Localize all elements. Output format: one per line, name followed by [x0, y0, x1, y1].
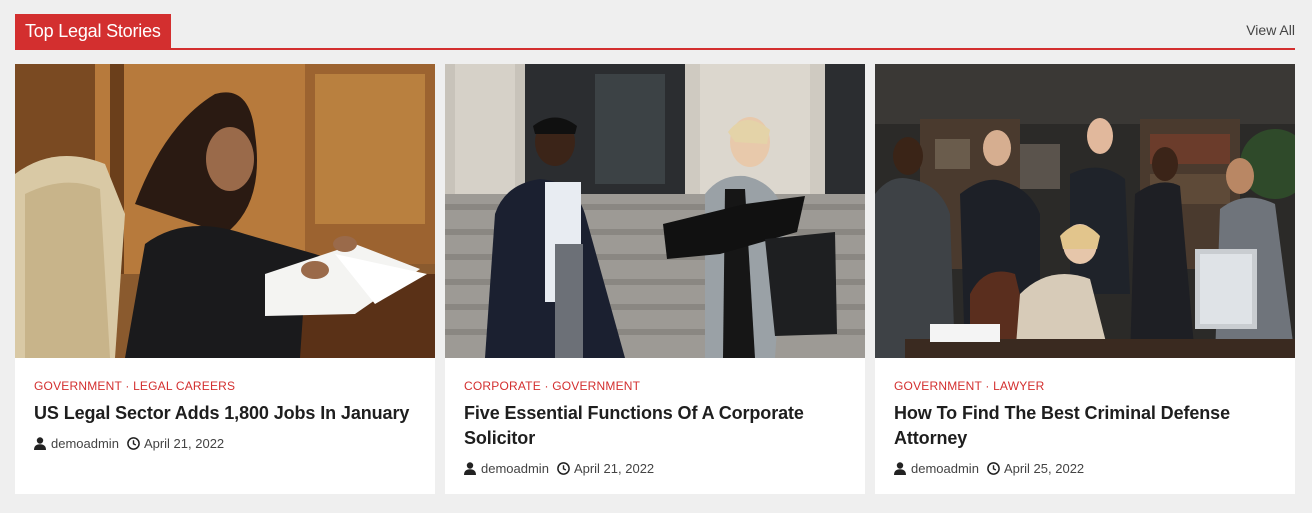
user-icon — [464, 461, 476, 475]
clock-icon — [557, 461, 570, 475]
story-meta: demoadmin April 21, 2022 — [34, 434, 415, 452]
story-title[interactable]: How To Find The Best Criminal Defense At… — [894, 401, 1275, 451]
category-separator: · — [121, 379, 134, 393]
story-date: April 25, 2022 — [1003, 460, 1085, 476]
story-card: CORPORATE · GOVERNMENT Five Essential Fu… — [445, 64, 865, 494]
story-thumbnail[interactable] — [15, 64, 435, 358]
user-icon — [34, 436, 46, 450]
category-link[interactable]: GOVERNMENT — [894, 379, 982, 393]
section-title: Top Legal Stories — [15, 14, 171, 48]
category-link[interactable]: GOVERNMENT — [34, 379, 122, 393]
story-title[interactable]: Five Essential Functions Of A Corporate … — [464, 401, 845, 451]
story-thumbnail[interactable] — [875, 64, 1295, 358]
story-title[interactable]: US Legal Sector Adds 1,800 Jobs In Janua… — [34, 401, 415, 426]
story-categories: GOVERNMENT · LEGAL CAREERS — [34, 378, 415, 394]
category-link[interactable]: CORPORATE — [464, 379, 541, 393]
clock-icon — [987, 461, 1000, 475]
story-meta: demoadmin April 25, 2022 — [894, 459, 1275, 477]
story-author[interactable]: demoadmin — [481, 461, 549, 476]
woman-signing-documents-photo — [15, 64, 435, 358]
category-link[interactable]: LEGAL CAREERS — [133, 379, 235, 393]
clock-icon — [127, 436, 140, 450]
story-date: April 21, 2022 — [143, 435, 225, 451]
story-categories: GOVERNMENT · LAWYER — [894, 378, 1275, 394]
story-author[interactable]: demoadmin — [51, 436, 119, 451]
section-header: Top Legal Stories View All — [15, 14, 1295, 50]
story-card: GOVERNMENT · LEGAL CAREERS US Legal Sect… — [15, 64, 435, 494]
story-meta: demoadmin April 21, 2022 — [464, 459, 845, 477]
women-on-courthouse-steps-photo — [445, 64, 865, 358]
law-firm-team-photo — [875, 64, 1295, 358]
story-thumbnail[interactable] — [445, 64, 865, 358]
story-author[interactable]: demoadmin — [911, 461, 979, 476]
category-link[interactable]: GOVERNMENT — [552, 379, 640, 393]
story-card: GOVERNMENT · LAWYER How To Find The Best… — [875, 64, 1295, 494]
story-date: April 21, 2022 — [573, 460, 655, 476]
top-legal-stories-section: Top Legal Stories View All GOVERNMENT · … — [15, 14, 1295, 494]
category-separator: · — [981, 379, 994, 393]
story-categories: CORPORATE · GOVERNMENT — [464, 378, 845, 394]
story-cards: GOVERNMENT · LEGAL CAREERS US Legal Sect… — [15, 64, 1295, 494]
view-all-link[interactable]: View All — [1246, 22, 1295, 38]
user-icon — [894, 461, 906, 475]
category-link[interactable]: LAWYER — [993, 379, 1044, 393]
category-separator: · — [540, 379, 553, 393]
